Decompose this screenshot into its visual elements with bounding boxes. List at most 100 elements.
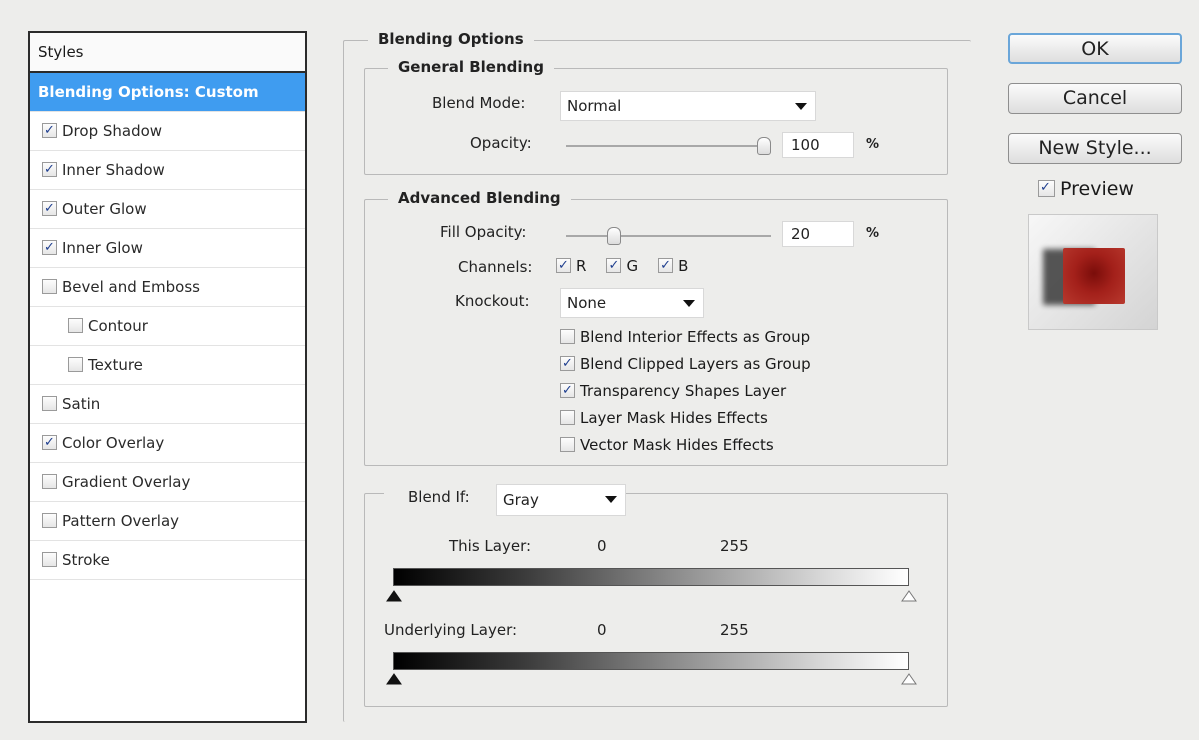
blending-options-title: Blending Options [368, 30, 534, 48]
style-checkbox[interactable] [42, 435, 57, 450]
option-checkbox[interactable] [560, 329, 575, 344]
preview-swatch [1063, 248, 1125, 304]
style-item-blending-options-custom[interactable]: Blending Options: Custom [30, 73, 305, 112]
channel-checkbox[interactable] [606, 258, 622, 273]
channel-checkbox[interactable] [556, 258, 571, 273]
blend-mode-select[interactable]: Normal [560, 91, 816, 121]
underlying-layer-max: 255 [720, 621, 749, 639]
style-item-inner-shadow[interactable]: Inner Shadow [30, 151, 305, 190]
style-checkbox[interactable] [42, 552, 57, 567]
fill-opacity-slider-track[interactable] [566, 235, 771, 237]
channel-checkbox[interactable] [658, 258, 674, 273]
fill-opacity-input[interactable]: 20 [782, 221, 854, 247]
underlying-layer-label: Underlying Layer: [384, 621, 518, 639]
option-vector-mask-hides-effects[interactable]: Vector Mask Hides Effects [560, 436, 811, 463]
opacity-input[interactable]: 100 [782, 132, 854, 158]
style-item-outer-glow[interactable]: Outer Glow [30, 190, 305, 229]
this-layer-black-slider[interactable] [386, 590, 402, 602]
channel-label: G [626, 257, 639, 275]
blend-mode-value: Normal [567, 97, 622, 115]
option-label: Layer Mask Hides Effects [580, 409, 768, 427]
option-checkbox[interactable] [560, 383, 575, 398]
style-item-label: Stroke [62, 551, 110, 569]
this-layer-white-slider[interactable] [901, 590, 917, 602]
style-checkbox[interactable] [42, 279, 57, 294]
style-item-satin[interactable]: Satin [30, 385, 305, 424]
option-label: Vector Mask Hides Effects [580, 436, 774, 454]
style-item-texture[interactable]: Texture [30, 346, 305, 385]
opacity-slider-thumb[interactable] [757, 137, 771, 155]
style-checkbox[interactable] [42, 513, 57, 528]
style-item-label: Color Overlay [62, 434, 165, 452]
style-checkbox[interactable] [42, 123, 57, 138]
ok-button[interactable]: OK [1008, 33, 1182, 64]
style-item-drop-shadow[interactable]: Drop Shadow [30, 112, 305, 151]
style-item-bevel-and-emboss[interactable]: Bevel and Emboss [30, 268, 305, 307]
style-checkbox[interactable] [42, 201, 57, 216]
style-item-pattern-overlay[interactable]: Pattern Overlay [30, 502, 305, 541]
preview-toggle[interactable]: Preview [1038, 178, 1134, 200]
option-transparency-shapes-layer[interactable]: Transparency Shapes Layer [560, 382, 811, 409]
style-item-label: Outer Glow [62, 200, 147, 218]
this-layer-max: 255 [720, 537, 749, 555]
style-item-label: Bevel and Emboss [62, 278, 200, 296]
blend-if-group [364, 493, 948, 707]
style-checkbox[interactable] [42, 240, 57, 255]
channel-label: R [576, 257, 587, 275]
opacity-unit: % [866, 137, 880, 152]
this-layer-gradient[interactable] [393, 568, 909, 586]
channel-label: B [678, 257, 689, 275]
style-checkbox[interactable] [68, 318, 83, 333]
underlying-layer-black-slider[interactable] [386, 673, 402, 685]
channels-label: Channels: [458, 258, 533, 276]
channel-g[interactable]: G [606, 257, 638, 275]
blend-if-select[interactable]: Gray [496, 484, 626, 516]
style-checkbox[interactable] [42, 474, 57, 489]
style-item-color-overlay[interactable]: Color Overlay [30, 424, 305, 463]
style-item-contour[interactable]: Contour [30, 307, 305, 346]
general-blending-group [364, 68, 948, 175]
fill-opacity-slider-thumb[interactable] [607, 227, 621, 245]
style-item-label: Gradient Overlay [62, 473, 191, 491]
option-label: Blend Interior Effects as Group [580, 328, 811, 346]
advanced-options-list: Blend Interior Effects as Group Blend Cli… [560, 328, 811, 463]
style-checkbox[interactable] [42, 396, 57, 411]
channel-r[interactable]: R [556, 257, 586, 275]
style-checkbox[interactable] [68, 357, 83, 372]
cancel-button[interactable]: Cancel [1008, 83, 1182, 114]
style-item-label: Drop Shadow [62, 122, 163, 140]
option-checkbox[interactable] [560, 437, 575, 452]
option-blend-interior-effects-as-group[interactable]: Blend Interior Effects as Group [560, 328, 811, 355]
underlying-layer-gradient[interactable] [393, 652, 909, 670]
option-layer-mask-hides-effects[interactable]: Layer Mask Hides Effects [560, 409, 811, 436]
style-item-gradient-overlay[interactable]: Gradient Overlay [30, 463, 305, 502]
style-checkbox[interactable] [42, 162, 57, 177]
option-blend-clipped-layers-as-group[interactable]: Blend Clipped Layers as Group [560, 355, 811, 382]
underlying-layer-white-slider[interactable] [901, 673, 917, 685]
layer-style-dialog: Styles Blending Options: Custom Drop Shad… [0, 0, 1199, 740]
this-layer-label: This Layer: [449, 537, 532, 555]
channel-b[interactable]: B [658, 257, 688, 275]
style-item-label: Contour [88, 317, 148, 335]
styles-header[interactable]: Styles [30, 33, 305, 73]
new-style-button[interactable]: New Style... [1008, 133, 1182, 164]
knockout-select[interactable]: None [560, 288, 704, 318]
style-item-inner-glow[interactable]: Inner Glow [30, 229, 305, 268]
style-item-stroke[interactable]: Stroke [30, 541, 305, 580]
general-blending-title: General Blending [388, 58, 554, 76]
preview-label: Preview [1060, 178, 1134, 200]
knockout-label: Knockout: [455, 292, 530, 310]
chevron-down-icon [605, 496, 617, 503]
chevron-down-icon [795, 103, 807, 110]
channels-group: RGB [556, 257, 708, 275]
opacity-label: Opacity: [470, 134, 532, 152]
this-layer-min: 0 [597, 537, 607, 555]
option-checkbox[interactable] [560, 410, 575, 425]
opacity-slider-track[interactable] [566, 145, 771, 147]
style-item-label: Texture [88, 356, 143, 374]
preview-checkbox[interactable] [1038, 180, 1055, 197]
option-checkbox[interactable] [560, 356, 575, 371]
option-label: Blend Clipped Layers as Group [580, 355, 811, 373]
advanced-blending-title: Advanced Blending [388, 189, 571, 207]
chevron-down-icon [683, 300, 695, 307]
